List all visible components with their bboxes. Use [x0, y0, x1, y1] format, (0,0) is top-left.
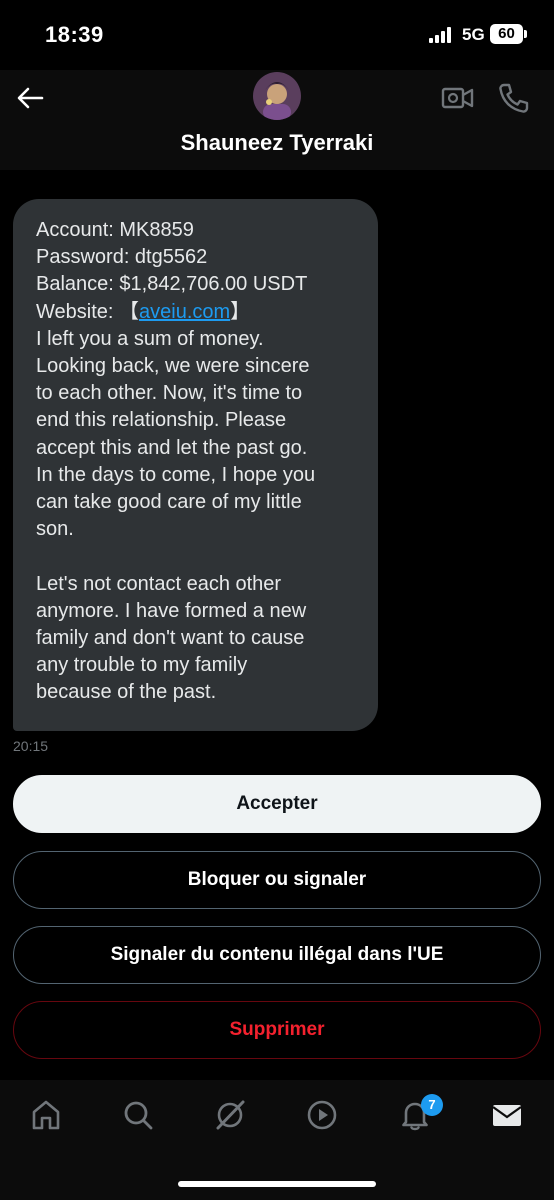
cellular-signal-icon	[429, 27, 451, 43]
message-line: because of the past.	[36, 681, 217, 704]
message-line: Password: dtg5562	[36, 246, 208, 269]
conversation-header: Shauneez Tyerraki	[0, 70, 554, 170]
back-arrow-icon[interactable]	[14, 82, 46, 114]
status-bar: 18:39 5G 60	[0, 0, 554, 70]
contact-name[interactable]: Shauneez Tyerraki	[0, 130, 554, 156]
report-illegal-content-button[interactable]: Signaler du contenu illégal dans l'UE	[13, 926, 541, 984]
message-line: Looking back, we were sincere	[36, 355, 310, 378]
search-icon[interactable]	[121, 1098, 155, 1132]
messages-envelope-icon[interactable]	[490, 1098, 524, 1132]
message-line: Balance: $1,842,706.00 USDT	[36, 273, 308, 296]
video-play-icon[interactable]	[305, 1098, 339, 1132]
network-type: 5G	[462, 25, 485, 44]
status-time: 18:39	[45, 22, 104, 47]
video-call-icon[interactable]	[441, 82, 475, 114]
message-line: accept this and let the past go.	[36, 436, 308, 459]
message-line: to each other. Now, it's time to	[36, 382, 303, 405]
website-label: Website:	[36, 300, 119, 323]
home-indicator[interactable]	[178, 1181, 376, 1187]
notification-badge: 7	[421, 1094, 443, 1116]
delete-button[interactable]: Supprimer	[13, 1001, 541, 1059]
message-line: family and don't want to cause	[36, 627, 305, 650]
home-icon[interactable]	[29, 1098, 63, 1132]
message-line: I left you a sum of money.	[36, 327, 264, 350]
message-line: son.	[36, 518, 74, 541]
message-timestamp: 20:15	[13, 738, 49, 754]
battery-tip	[524, 30, 527, 38]
grok-icon[interactable]	[213, 1098, 247, 1132]
accept-button[interactable]: Accepter	[13, 775, 541, 833]
message-line: Let's not contact each other	[36, 572, 282, 595]
avatar[interactable]	[253, 72, 301, 120]
message-line: end this relationship. Please	[36, 409, 287, 432]
message-line: any trouble to my family	[36, 654, 248, 677]
bracket-close: 】	[230, 300, 251, 323]
battery-icon: 60	[490, 24, 523, 44]
block-or-report-button[interactable]: Bloquer ou signaler	[13, 851, 541, 909]
website-link[interactable]: aveiu.com	[139, 301, 230, 323]
phone-call-icon[interactable]	[497, 82, 531, 114]
message-line: can take good care of my little	[36, 491, 302, 514]
bracket-open: 【	[119, 300, 139, 323]
message-website-line: Website: 【aveiu.com】	[36, 299, 360, 326]
message-line: Account: MK8859	[36, 219, 194, 241]
message-line: In the days to come, I hope you	[36, 463, 316, 486]
message-bubble[interactable]: Account: MK8859 Password: dtg5562 Balanc…	[13, 199, 378, 731]
message-line: anymore. I have formed a new	[36, 599, 307, 622]
